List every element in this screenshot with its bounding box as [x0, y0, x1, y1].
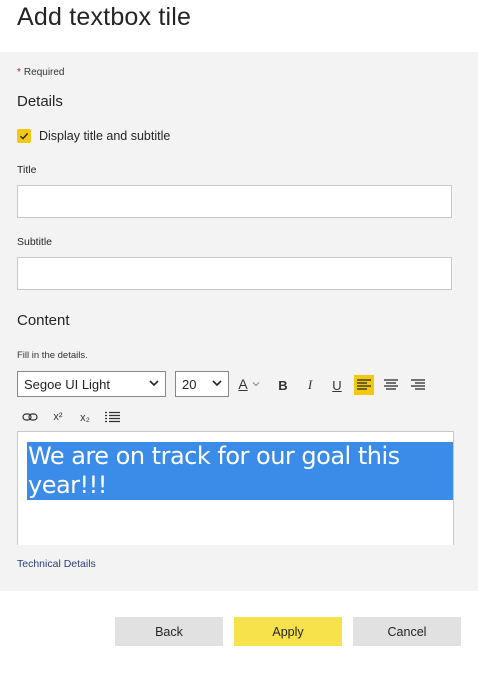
- font-color-button[interactable]: A: [235, 374, 263, 394]
- dialog-title: Add textbox tile: [17, 3, 192, 31]
- content-editor[interactable]: We are on track for our goal this year!!…: [17, 431, 454, 545]
- align-left-icon: [357, 379, 371, 390]
- content-hint: Fill in the details.: [17, 350, 88, 361]
- font-family-value: Segoe UI Light: [24, 376, 111, 392]
- italic-icon: I: [307, 377, 313, 392]
- title-input[interactable]: [17, 185, 452, 218]
- display-title-checkbox-label: Display title and subtitle: [39, 129, 171, 143]
- subtitle-label: Subtitle: [17, 236, 53, 248]
- details-section-title: Details: [17, 93, 63, 110]
- display-title-checkbox-row[interactable]: Display title and subtitle: [17, 129, 170, 143]
- cancel-button[interactable]: Cancel: [353, 617, 461, 646]
- align-left-button[interactable]: [354, 375, 374, 395]
- font-family-select[interactable]: Segoe UI Light: [17, 371, 166, 397]
- subscript-icon: x₂: [80, 412, 90, 424]
- font-size-value: 20: [182, 376, 197, 392]
- align-center-icon: [384, 379, 398, 390]
- apply-button[interactable]: Apply: [234, 617, 342, 646]
- subtitle-input[interactable]: [17, 257, 452, 290]
- back-button[interactable]: Back: [115, 617, 223, 646]
- bulleted-list-icon: [104, 411, 120, 423]
- align-right-icon: [411, 379, 425, 390]
- required-note: * Required: [17, 67, 65, 78]
- superscript-icon: x²: [53, 411, 63, 423]
- editor-selected-text[interactable]: We are on track for our goal this year!!…: [27, 442, 453, 500]
- link-icon: [22, 413, 38, 421]
- align-center-button[interactable]: [381, 375, 401, 395]
- font-color-icon: A: [238, 376, 248, 392]
- link-button[interactable]: [20, 407, 40, 427]
- display-title-checkbox[interactable]: [17, 129, 31, 143]
- bulleted-list-button[interactable]: [102, 407, 122, 427]
- bold-icon: B: [278, 377, 288, 393]
- technical-details-link[interactable]: Technical Details: [17, 558, 96, 570]
- underline-icon: U: [332, 377, 342, 393]
- font-size-select[interactable]: 20: [175, 371, 229, 397]
- subscript-button[interactable]: x₂: [75, 408, 95, 428]
- bold-button[interactable]: B: [273, 375, 293, 395]
- italic-button[interactable]: I: [300, 375, 320, 395]
- title-label: Title: [17, 164, 37, 176]
- align-right-button[interactable]: [408, 375, 428, 395]
- underline-button[interactable]: U: [327, 375, 347, 395]
- dialog-header: Add textbox tile: [0, 0, 478, 52]
- chevron-down-icon: [148, 377, 160, 392]
- superscript-button[interactable]: x²: [48, 407, 68, 427]
- content-section-title: Content: [17, 312, 70, 329]
- chevron-down-icon: [211, 377, 223, 392]
- chevron-down-icon: [252, 382, 260, 387]
- checkmark-icon: [20, 132, 29, 140]
- required-label: Required: [23, 67, 65, 78]
- form-panel: * Required Details Display title and subt…: [0, 52, 478, 591]
